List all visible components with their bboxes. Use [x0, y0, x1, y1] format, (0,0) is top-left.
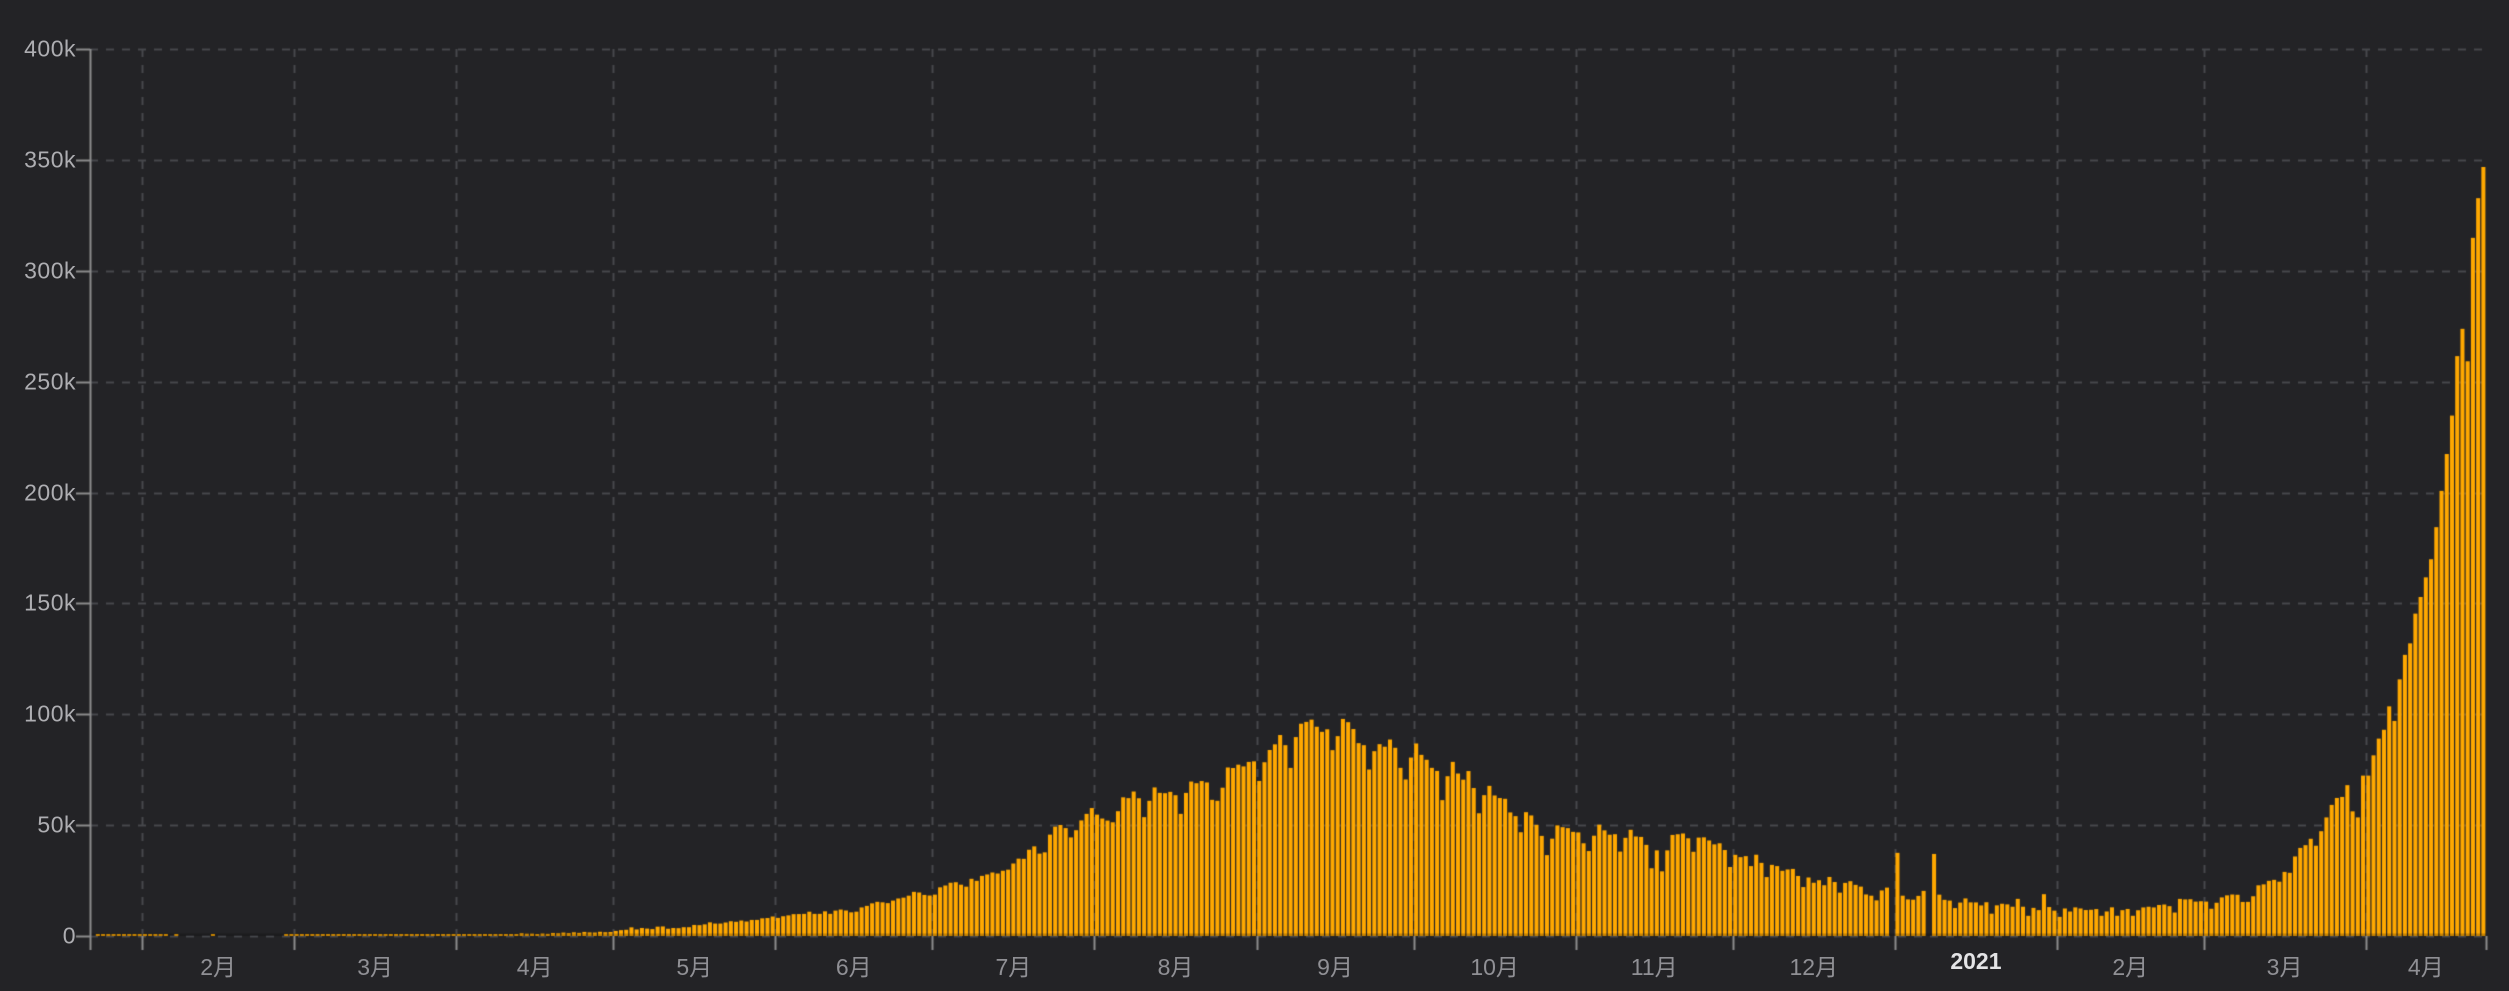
x-axis-month-label: 11月: [1630, 954, 1678, 980]
x-axis-month-label: 8月: [1157, 954, 1194, 980]
x-axis-month-label: 2月: [2112, 954, 2149, 980]
y-axis-tick-label: 150k: [24, 589, 76, 616]
y-axis-tick-label: 300k: [24, 257, 76, 284]
y-axis-tick-label: 400k: [24, 35, 76, 62]
x-axis-month-label: 9月: [1317, 954, 1353, 980]
chart-panel: 0 50k 100k 150k 200k 250k 300k 350k 400k 2月 3月 4月 5…: [0, 0, 2509, 991]
x-axis-month-label: 7月: [995, 954, 1032, 980]
y-axis-tick-label: 350k: [24, 146, 76, 173]
y-axis-tick-label: 100k: [24, 700, 76, 727]
x-axis-month-label: 3月: [357, 954, 394, 980]
x-axis-month-label: 3月: [2266, 954, 2303, 980]
x-axis-year-label: 2021: [1950, 948, 2002, 974]
x-axis-month-label: 4月: [2407, 954, 2444, 980]
x-axis-month-label: 12月: [1789, 954, 1839, 980]
y-axis-tick-label: 50k: [37, 811, 76, 838]
x-axis-month-label: 2月: [200, 954, 237, 980]
x-axis-month-label: 4月: [516, 954, 553, 980]
y-axis-tick-label: 0: [62, 922, 76, 949]
y-axis-tick-label: 250k: [24, 368, 76, 395]
x-axis-month-label: 5月: [676, 954, 713, 980]
daily-cases-bar-chart[interactable]: [0, 0, 2509, 991]
x-axis-month-label: 6月: [835, 954, 872, 980]
x-axis-month-label: 10月: [1470, 954, 1519, 980]
y-axis-tick-label: 200k: [24, 479, 76, 505]
